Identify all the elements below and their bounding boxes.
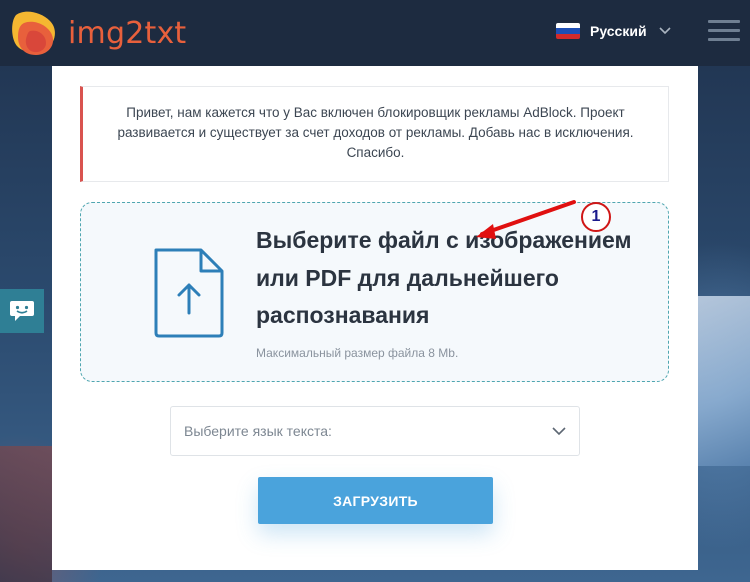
language-select-placeholder: Выберите язык текста:: [184, 423, 332, 439]
logo-text: img2txt: [68, 15, 187, 51]
upload-button[interactable]: ЗАГРУЗИТЬ: [258, 477, 493, 524]
language-label: Русский: [590, 23, 647, 39]
russia-flag-icon: [556, 23, 580, 39]
hamburger-menu-icon[interactable]: [708, 20, 740, 42]
language-switcher[interactable]: Русский: [556, 20, 671, 42]
annotation-badge: 1: [581, 202, 611, 232]
max-file-size-hint: Максимальный размер файла 8 Mb.: [256, 346, 459, 360]
chevron-down-icon: [659, 27, 671, 35]
img2txt-logo-icon: [12, 11, 55, 55]
chat-bubble-icon: [10, 301, 34, 321]
chat-widget-button[interactable]: [0, 289, 44, 333]
background-decoration: [698, 296, 750, 466]
file-upload-icon: [154, 248, 224, 338]
site-header: img2txt Русский: [0, 0, 750, 66]
language-select[interactable]: Выберите язык текста:: [170, 406, 580, 456]
adblock-notice: Привет, нам кажется что у Вас включен бл…: [80, 86, 669, 182]
adblock-notice-text: Привет, нам кажется что у Вас включен бл…: [117, 105, 634, 160]
background-decoration: [0, 446, 52, 582]
main-panel: Привет, нам кажется что у Вас включен бл…: [52, 66, 698, 570]
chevron-down-icon: [552, 427, 566, 436]
logo-link[interactable]: img2txt: [10, 7, 186, 59]
